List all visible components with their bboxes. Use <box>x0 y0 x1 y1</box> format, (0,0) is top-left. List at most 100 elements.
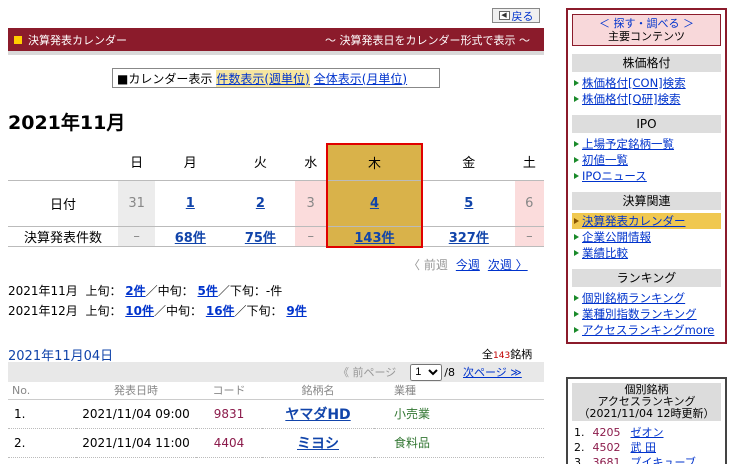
count-link-mon[interactable]: 68件 <box>175 231 206 246</box>
ranking-updated: （2021/11/04 12時更新） <box>578 407 715 420</box>
weekday-sat: 土 <box>522 156 536 172</box>
sidebar-link-active[interactable]: 決算発表カレンダー <box>582 214 686 228</box>
sidebar-link[interactable]: 企業公開情報 <box>582 230 651 244</box>
day-cell-mon[interactable]: 1 <box>155 179 226 226</box>
back-label: 戻る <box>511 9 534 23</box>
day-link-mon[interactable]: 1 <box>186 196 195 211</box>
prev-week-disabled: 〈 前週 <box>408 258 448 272</box>
sidebar-subtitle: 主要コンテンツ <box>608 30 685 43</box>
row-code: 4404 <box>196 428 262 458</box>
count-cell-mon[interactable]: 68件 <box>155 225 226 247</box>
rank-no: 2. <box>574 441 585 454</box>
sidebar: ＜ 探す・調べる ＞ 主要コンテンツ 株価格付 株価格付[CON]検索 株価格付… <box>566 8 727 344</box>
count-cell-tue[interactable]: 75件 <box>225 225 296 247</box>
total-number: 143 <box>493 351 511 361</box>
weekday-tue: 火 <box>253 156 267 172</box>
mode-weekly-link[interactable]: 件数表示(週単位) <box>216 69 310 87</box>
table-row: 2. 2021/11/04 11:00 4404 ミヨシ 食料品 <box>8 428 544 458</box>
sidebar-link[interactable]: IPOニュース <box>582 169 647 183</box>
weekday-mon: 月 <box>183 156 197 172</box>
yellow-square-icon <box>14 35 22 44</box>
section-heading: IPO <box>572 115 721 133</box>
count-cell-fri[interactable]: 327件 <box>421 225 515 247</box>
summary-dec-late-link[interactable]: 9件 <box>286 304 306 318</box>
table-row: 1. 2021/11/04 09:00 9831 ヤマダHD 小売業 <box>8 399 544 429</box>
total-count: 全143銘柄 <box>482 346 532 362</box>
col-name: 銘柄名 <box>262 382 374 400</box>
day-link-tue[interactable]: 2 <box>256 196 265 211</box>
next-week-link[interactable]: 次週 〉 <box>488 256 528 273</box>
section-heading: ランキング <box>572 269 721 287</box>
summary-dec-mid-link[interactable]: 16件 <box>206 304 235 318</box>
count-link-fri[interactable]: 327件 <box>449 231 489 246</box>
calendar-corner <box>8 144 118 180</box>
sidebar-link[interactable]: 個別銘柄ランキング <box>582 291 685 305</box>
list-item: 3. 3681 ブイキューブ <box>574 455 719 464</box>
summary-label: 上旬： <box>85 304 122 318</box>
row-date: 2021/11/04 11:00 <box>76 428 196 458</box>
rank-stock-link[interactable]: ブイキューブ <box>631 455 696 464</box>
count-link-thu[interactable]: 143件 <box>354 231 394 246</box>
sidebar-link[interactable]: 業績比較 <box>582 246 628 260</box>
ranking-list: 1. 4205 ゼオン 2. 4502 武 田 3. 3681 ブイキューブ <box>574 425 719 464</box>
summary-row-dec: 2021年12月 上旬： 10件／中旬： 16件／下旬： 9件 <box>8 301 307 321</box>
sidebar-link[interactable]: 初値一覧 <box>582 153 628 167</box>
row-label-count: 決算発表件数 <box>8 225 118 247</box>
back-button[interactable]: ◀ 戻る <box>492 8 540 23</box>
count-cell-wed: – <box>295 225 327 247</box>
total-prefix: 全 <box>482 348 493 361</box>
pager-bar: 《 前ページ 1 /8 次ページ ≫ <box>8 362 544 382</box>
calendar-table: 日 月 火 水 木 金 土 日付 31 1 2 3 4 5 6 決算発表件数 –… <box>8 143 544 248</box>
sidebar-section-ranking: ランキング 個別銘柄ランキング 業種別指数ランキング アクセスランキングmore <box>572 269 721 338</box>
stock-name-link[interactable]: ミヨシ <box>297 436 339 452</box>
rank-no: 3. <box>574 456 585 464</box>
summary-month: 2021年12月 <box>8 304 78 318</box>
sidebar-link[interactable]: 上場予定銘柄一覧 <box>582 137 674 151</box>
sidebar-link[interactable]: 業種別指数ランキング <box>582 307 697 321</box>
day-cell-sun: 31 <box>118 179 156 226</box>
view-mode-selector: ■カレンダー表示 件数表示(週単位) 全体表示(月単位) <box>112 68 440 88</box>
this-week-link[interactable]: 今週 <box>456 256 480 273</box>
day-cell-tue[interactable]: 2 <box>225 179 296 226</box>
day-cell-wed-holiday: 3 <box>295 179 327 226</box>
page-total: /8 <box>444 365 455 379</box>
sidebar-link[interactable]: アクセスランキングmore <box>582 323 714 337</box>
day-cell-fri[interactable]: 5 <box>421 179 515 226</box>
list-item: 2. 4502 武 田 <box>574 440 719 455</box>
sidebar-link[interactable]: 株価格付[Q研]検索 <box>582 92 681 106</box>
sidebar-section-rating: 株価格付 株価格付[CON]検索 株価格付[Q研]検索 <box>572 54 721 107</box>
row-sector: 食料品 <box>374 428 544 458</box>
count-link-tue[interactable]: 75件 <box>245 231 276 246</box>
day-cell-thu-selected[interactable]: 4 <box>325 179 423 226</box>
weekday-wed: 水 <box>304 156 318 172</box>
summary-nov-mid-link[interactable]: 5件 <box>198 284 218 298</box>
summary-nov-early-link[interactable]: 2件 <box>125 284 145 298</box>
page-title-bar: 決算発表カレンダー ～ 決算発表日をカレンダー形式で表示 ～ <box>8 28 544 55</box>
rank-stock-link[interactable]: ゼオン <box>631 425 664 440</box>
next-page-link[interactable]: 次ページ ≫ <box>463 364 522 380</box>
week-navigation: 〈 前週 今週 次週 〉 <box>408 256 528 273</box>
sidebar-link[interactable]: 株価格付[CON]検索 <box>582 76 686 90</box>
day-link-fri[interactable]: 5 <box>464 196 473 211</box>
col-date: 発表日時 <box>76 382 196 400</box>
rank-stock-link[interactable]: 武 田 <box>631 440 657 455</box>
mode-monthly-link[interactable]: 全体表示(月単位) <box>314 70 407 87</box>
count-cell-thu[interactable]: 143件 <box>325 225 423 248</box>
weekday-fri: 金 <box>462 156 476 172</box>
month-title: 2021年11月 <box>8 112 126 134</box>
rank-code: 4205 <box>592 426 621 439</box>
sidebar-search-link[interactable]: ＜ 探す・調べる ＞ <box>573 17 720 30</box>
page-select[interactable]: 1 <box>410 363 443 381</box>
row-no: 1. <box>8 399 76 429</box>
col-sector: 業種 <box>374 382 544 400</box>
day-link-thu[interactable]: 4 <box>370 196 379 211</box>
row-date: 2021/11/04 09:00 <box>76 399 196 429</box>
row-label-date: 日付 <box>8 179 118 226</box>
section-heading: 株価格付 <box>572 54 721 72</box>
stock-name-link[interactable]: ヤマダHD <box>285 407 350 423</box>
list-item: 1. 4205 ゼオン <box>574 425 719 440</box>
monthly-summary: 2021年11月 上旬： 2件／中旬： 5件／下旬：-件 2021年12月 上旬… <box>8 281 307 321</box>
main-content: ◀ 戻る 決算発表カレンダー ～ 決算発表日をカレンダー形式で表示 ～ ■カレン… <box>0 0 552 464</box>
summary-label: 上旬： <box>85 284 122 298</box>
summary-dec-early-link[interactable]: 10件 <box>125 304 154 318</box>
